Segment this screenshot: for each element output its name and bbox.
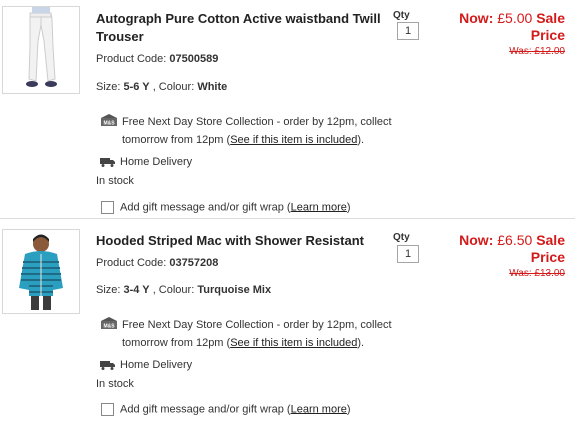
collection-line-2-text: tomorrow from 12pm (: [122, 134, 231, 146]
gift-label-end: ): [346, 201, 351, 214]
now-label: Now:: [459, 232, 494, 248]
gift-label: Add gift message and/or gift wrap (: [120, 403, 291, 416]
was-price: Was: £12.00: [509, 46, 565, 57]
sale-price-label: Sale Price: [530, 232, 565, 265]
colour-label: , Colour:: [152, 81, 195, 93]
gift-label-end: ): [346, 403, 351, 416]
size-label: Size:: [96, 81, 121, 93]
see-if-included-link[interactable]: See if this item is included: [230, 134, 357, 146]
collection-line-2: tomorrow from 12pm (See if this item is …: [100, 334, 400, 352]
store-collection-info: M&S Free Next Day Store Collection - ord…: [100, 113, 400, 149]
product-code-label: Product Code:: [96, 53, 167, 65]
store-collection-info: M&S Free Next Day Store Collection - ord…: [100, 316, 400, 352]
store-collection-icon: M&S: [101, 114, 117, 127]
collection-line-2: tomorrow from 12pm (See if this item is …: [100, 131, 400, 149]
product-image-mac[interactable]: [2, 229, 80, 314]
price-block: Now: £5.00 Sale Price Was: £12.00: [435, 10, 565, 57]
collection-line-1: Free Next Day Store Collection - order b…: [122, 319, 392, 331]
now-price-value: £6.50: [497, 232, 533, 248]
delivery-truck-icon: [100, 158, 115, 168]
size-colour: Size: 5-6 Y , Colour: White: [96, 81, 227, 93]
gift-checkbox[interactable]: [101, 201, 114, 214]
gift-checkbox[interactable]: [101, 403, 114, 416]
price-block: Now: £6.50 Sale Price Was: £13.00: [435, 232, 565, 279]
svg-text:M&S: M&S: [103, 324, 115, 330]
product-code: Product Code: 07500589: [96, 53, 218, 65]
now-label: Now:: [459, 10, 494, 26]
basket-item: Hooded Striped Mac with Shower Resistant…: [0, 220, 575, 425]
product-title[interactable]: Autograph Pure Cotton Active waistband T…: [96, 10, 386, 46]
product-code: Product Code: 03757208: [96, 257, 218, 269]
size-colour: Size: 3-4 Y , Colour: Turquoise Mix: [96, 284, 271, 296]
size-label: Size:: [96, 284, 121, 296]
collection-line-2-end: ).: [357, 337, 365, 349]
qty-input[interactable]: 1: [397, 22, 419, 40]
gift-option: Add gift message and/or gift wrap (Learn…: [101, 403, 351, 416]
product-title[interactable]: Hooded Striped Mac with Shower Resistant: [96, 232, 386, 250]
collection-line-2-end: ).: [357, 134, 365, 146]
gift-label: Add gift message and/or gift wrap (: [120, 201, 291, 214]
home-delivery-label: Home Delivery: [120, 359, 193, 371]
learn-more-link[interactable]: Learn more: [291, 201, 347, 213]
stock-status: In stock: [96, 175, 134, 187]
now-price: Now: £6.50 Sale Price: [435, 232, 565, 266]
sale-price-label: Sale Price: [530, 10, 565, 43]
colour-value: Turquoise Mix: [197, 284, 272, 296]
now-price: Now: £5.00 Sale Price: [435, 10, 565, 44]
qty-label: Qty: [393, 232, 410, 243]
product-code-value: 07500589: [169, 53, 219, 65]
product-code-label: Product Code:: [96, 257, 167, 269]
size-value: 5-6 Y: [123, 81, 150, 93]
learn-more-link[interactable]: Learn more: [291, 403, 347, 415]
size-value: 3-4 Y: [123, 284, 150, 296]
item-divider: [0, 218, 575, 219]
qty-input[interactable]: 1: [397, 245, 419, 263]
collection-line-2-text: tomorrow from 12pm (: [122, 337, 231, 349]
colour-value: White: [197, 81, 228, 93]
product-image-trouser[interactable]: [2, 6, 80, 94]
product-code-value: 03757208: [169, 257, 219, 269]
see-if-included-link[interactable]: See if this item is included: [230, 337, 357, 349]
collection-line-1: Free Next Day Store Collection - order b…: [122, 116, 392, 128]
home-delivery-label: Home Delivery: [120, 156, 193, 168]
was-price: Was: £13.00: [509, 268, 565, 279]
now-price-value: £5.00: [497, 10, 533, 26]
stock-status: In stock: [96, 378, 134, 390]
colour-label: , Colour:: [152, 284, 195, 296]
svg-text:M&S: M&S: [103, 121, 115, 127]
home-delivery-info: Home Delivery: [100, 156, 192, 168]
home-delivery-info: Home Delivery: [100, 359, 192, 371]
gift-option: Add gift message and/or gift wrap (Learn…: [101, 201, 351, 214]
store-collection-icon: M&S: [101, 317, 117, 330]
basket-item: Autograph Pure Cotton Active waistband T…: [0, 0, 575, 220]
qty-label: Qty: [393, 10, 410, 21]
delivery-truck-icon: [100, 361, 115, 371]
